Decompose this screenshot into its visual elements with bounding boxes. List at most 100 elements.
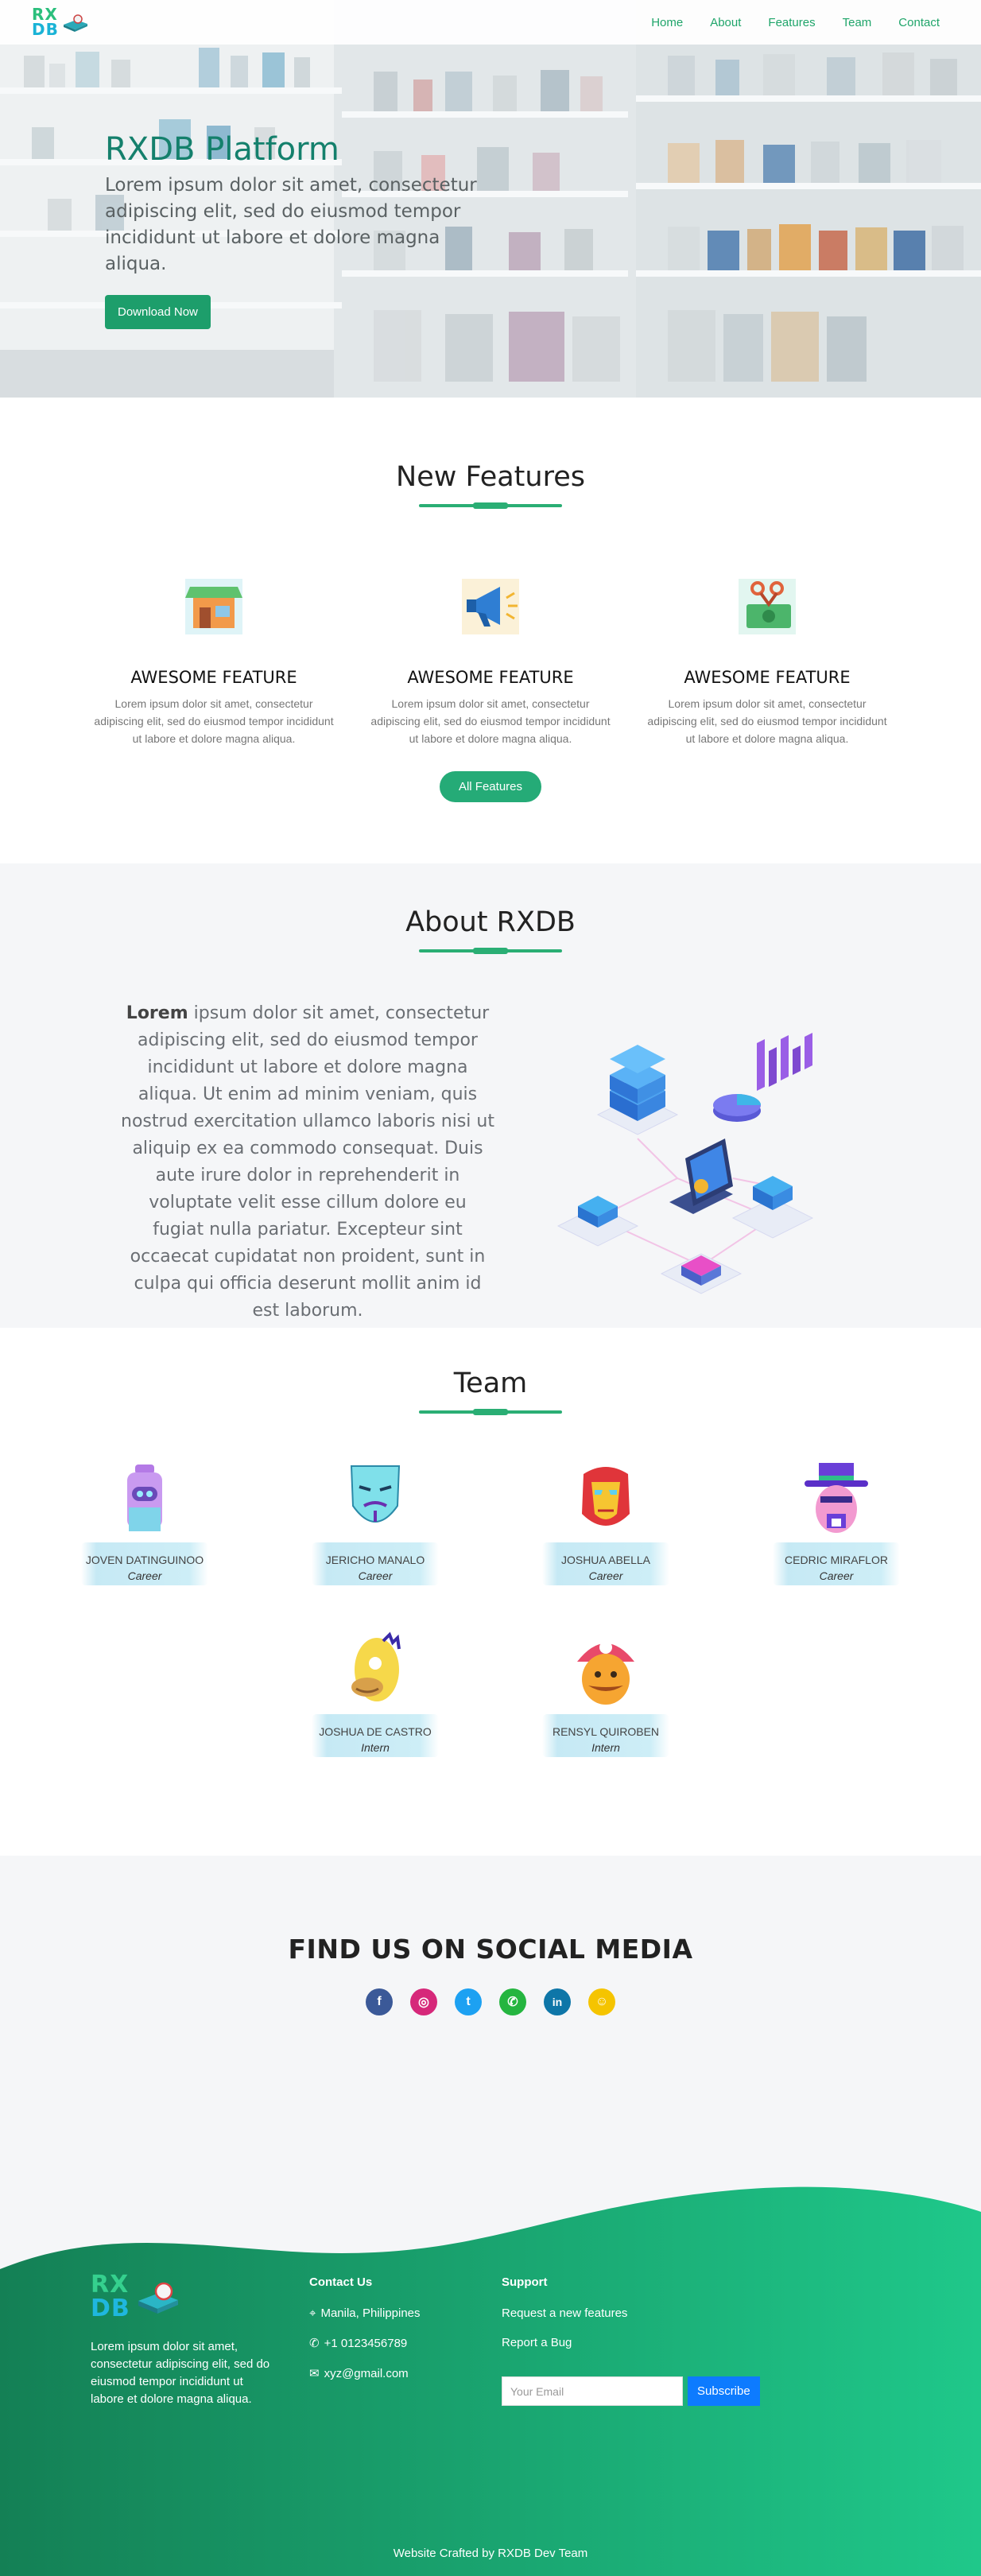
facebook-icon[interactable]: f bbox=[366, 1988, 393, 2015]
footer: RX DB Lorem ipsum dolor sit amet, consec… bbox=[0, 2174, 981, 2576]
team-row: JOVEN DATINGUINOO Career JERICHO MANALO … bbox=[0, 1458, 981, 1585]
team-member-card: RENSYL QUIROBEN Intern bbox=[542, 1630, 669, 1757]
footer-logo[interactable]: RX DB bbox=[91, 2273, 273, 2321]
feature-title: AWESOME FEATURE bbox=[684, 668, 851, 687]
mario-icon bbox=[577, 1641, 634, 1705]
snapchat-icon[interactable]: ☺ bbox=[588, 1988, 615, 2015]
social-section: FIND US ON SOCIAL MEDIA f ◎ t ✆ in ☺ bbox=[0, 1856, 981, 2174]
support-heading: Support bbox=[502, 2275, 548, 2289]
team-member-card: JOVEN DATINGUINOO Career bbox=[81, 1458, 208, 1585]
social-icons: f ◎ t ✆ in ☺ bbox=[0, 1988, 981, 2015]
team-member-card: JOSHUA DE CASTRO Intern bbox=[312, 1630, 439, 1757]
logo-line-2: DB bbox=[32, 20, 59, 39]
footer-about: Lorem ipsum dolor sit amet, consectetur … bbox=[91, 2340, 270, 2406]
member-name: JOSHUA ABELLA bbox=[560, 1554, 651, 1566]
member-name: JOSHUA DE CASTRO bbox=[319, 1725, 432, 1738]
linkedin-icon[interactable]: in bbox=[544, 1988, 571, 2015]
team-row: JOSHUA DE CASTRO Intern RENSYL QUIROBEN … bbox=[0, 1630, 981, 1757]
robot-icon bbox=[127, 1465, 162, 1531]
title-underline bbox=[419, 948, 562, 954]
about-paragraph: Lorem ipsum dolor sit amet, consectetur … bbox=[121, 1000, 494, 1325]
store-icon bbox=[185, 579, 242, 634]
features-title: New Features bbox=[396, 461, 585, 493]
isometric-network-illustration bbox=[556, 1033, 814, 1294]
nav-link-features[interactable]: Features bbox=[768, 16, 815, 29]
team-member-card: JOSHUA ABELLA Career bbox=[542, 1458, 669, 1585]
feature-card: AWESOME FEATURE Lorem ipsum dolor sit am… bbox=[91, 566, 337, 747]
all-features-button[interactable]: All Features bbox=[439, 771, 542, 802]
support-link-bug[interactable]: Report a Bug bbox=[502, 2336, 760, 2349]
title-underline bbox=[419, 502, 562, 509]
contact-email[interactable]: xyz@gmail.com bbox=[324, 2367, 409, 2380]
feature-description: Lorem ipsum dolor sit amet, consectetur … bbox=[94, 697, 334, 745]
homer-icon bbox=[351, 1631, 401, 1701]
member-role: Career bbox=[358, 1569, 393, 1582]
feature-description: Lorem ipsum dolor sit amet, consectetur … bbox=[647, 697, 887, 745]
contact-heading: Contact Us bbox=[309, 2275, 373, 2289]
phone-icon: ✆ bbox=[309, 2337, 320, 2350]
about-section: About RXDB Lorem ipsum dolor sit amet, c… bbox=[0, 863, 981, 1328]
hero-section: RXDB Platform Lorem ipsum dolor sit amet… bbox=[0, 0, 981, 398]
member-role: Career bbox=[819, 1569, 854, 1582]
location-pin-icon: ⌖ bbox=[309, 2306, 316, 2320]
nav-link-about[interactable]: About bbox=[710, 16, 741, 29]
brand-logo[interactable]: RX DB bbox=[32, 6, 89, 39]
social-title: FIND US ON SOCIAL MEDIA bbox=[288, 1934, 693, 1965]
nav-links: Home About Features Team Contact bbox=[651, 16, 940, 29]
mask-icon bbox=[350, 1465, 401, 1523]
pill-box-icon bbox=[138, 2282, 178, 2314]
member-name: CEDRIC MIRAFLOR bbox=[785, 1554, 888, 1566]
footer-contact: Contact Us ⌖ Manila, Philippines ✆ +1 01… bbox=[309, 2275, 421, 2396]
hero-title: RXDB Platform bbox=[105, 131, 339, 168]
team-section: Team JOVEN DATINGUINOO Career JERICHO MA… bbox=[0, 1328, 981, 1856]
member-role: Career bbox=[588, 1569, 623, 1582]
about-lead: Lorem bbox=[126, 1003, 188, 1023]
title-underline bbox=[419, 1409, 562, 1415]
feature-card: AWESOME FEATURE Lorem ipsum dolor sit am… bbox=[644, 566, 890, 747]
member-role: Intern bbox=[591, 1741, 620, 1754]
member-role: Intern bbox=[361, 1741, 390, 1754]
features-section: New Features AWESOME FEATURE Lorem ipsum… bbox=[0, 398, 981, 863]
footer-brand: RX DB Lorem ipsum dolor sit amet, consec… bbox=[91, 2273, 273, 2408]
heisenberg-icon bbox=[805, 1463, 868, 1533]
ironman-icon bbox=[582, 1467, 630, 1526]
contact-phone[interactable]: +1 0123456789 bbox=[324, 2337, 408, 2350]
download-now-button[interactable]: Download Now bbox=[105, 295, 211, 329]
feature-title: AWESOME FEATURE bbox=[130, 668, 297, 687]
subscribe-button[interactable]: Subscribe bbox=[688, 2376, 760, 2406]
footer-logo-line-1: RX bbox=[91, 2271, 130, 2299]
navbar: RX DB Home About Features Team Contact bbox=[0, 0, 981, 45]
team-member-card: CEDRIC MIRAFLOR Career bbox=[773, 1458, 900, 1585]
pill-box-icon bbox=[63, 14, 87, 32]
footer-credit: Website Crafted by RXDB Dev Team bbox=[393, 2547, 588, 2560]
mail-icon: ✉ bbox=[309, 2367, 320, 2380]
nav-link-team[interactable]: Team bbox=[843, 16, 872, 29]
hero-subtitle: Lorem ipsum dolor sit amet, consectetur … bbox=[105, 175, 477, 274]
support-link-request[interactable]: Request a new features bbox=[502, 2306, 760, 2320]
member-name: JOVEN DATINGUINOO bbox=[85, 1554, 204, 1566]
member-role: Career bbox=[127, 1569, 162, 1582]
feature-title: AWESOME FEATURE bbox=[407, 668, 574, 687]
hero-content: RXDB Platform Lorem ipsum dolor sit amet… bbox=[105, 131, 487, 329]
feature-description: Lorem ipsum dolor sit amet, consectetur … bbox=[370, 697, 611, 745]
twitter-icon[interactable]: t bbox=[455, 1988, 482, 2015]
whatsapp-icon[interactable]: ✆ bbox=[499, 1988, 526, 2015]
money-icon bbox=[739, 579, 796, 634]
team-member-card: JERICHO MANALO Career bbox=[312, 1458, 439, 1585]
about-body: ipsum dolor sit amet, consectetur adipis… bbox=[121, 1003, 494, 1321]
footer-support: Support Request a new features Report a … bbox=[502, 2275, 760, 2406]
member-name: RENSYL QUIROBEN bbox=[552, 1725, 660, 1738]
instagram-icon[interactable]: ◎ bbox=[410, 1988, 437, 2015]
feature-list: AWESOME FEATURE Lorem ipsum dolor sit am… bbox=[0, 566, 981, 747]
subscribe-form: Your Email Subscribe bbox=[502, 2376, 760, 2406]
member-name: JERICHO MANALO bbox=[325, 1554, 425, 1566]
footer-logo-line-2: DB bbox=[91, 2295, 130, 2322]
about-title: About RXDB bbox=[405, 906, 576, 938]
feature-card: AWESOME FEATURE Lorem ipsum dolor sit am… bbox=[367, 566, 614, 747]
email-subscribe-input[interactable]: Your Email bbox=[502, 2376, 683, 2406]
team-title: Team bbox=[453, 1368, 528, 1399]
nav-link-contact[interactable]: Contact bbox=[898, 16, 940, 29]
megaphone-icon bbox=[462, 579, 519, 634]
contact-location: Manila, Philippines bbox=[320, 2306, 421, 2320]
nav-link-home[interactable]: Home bbox=[651, 16, 683, 29]
